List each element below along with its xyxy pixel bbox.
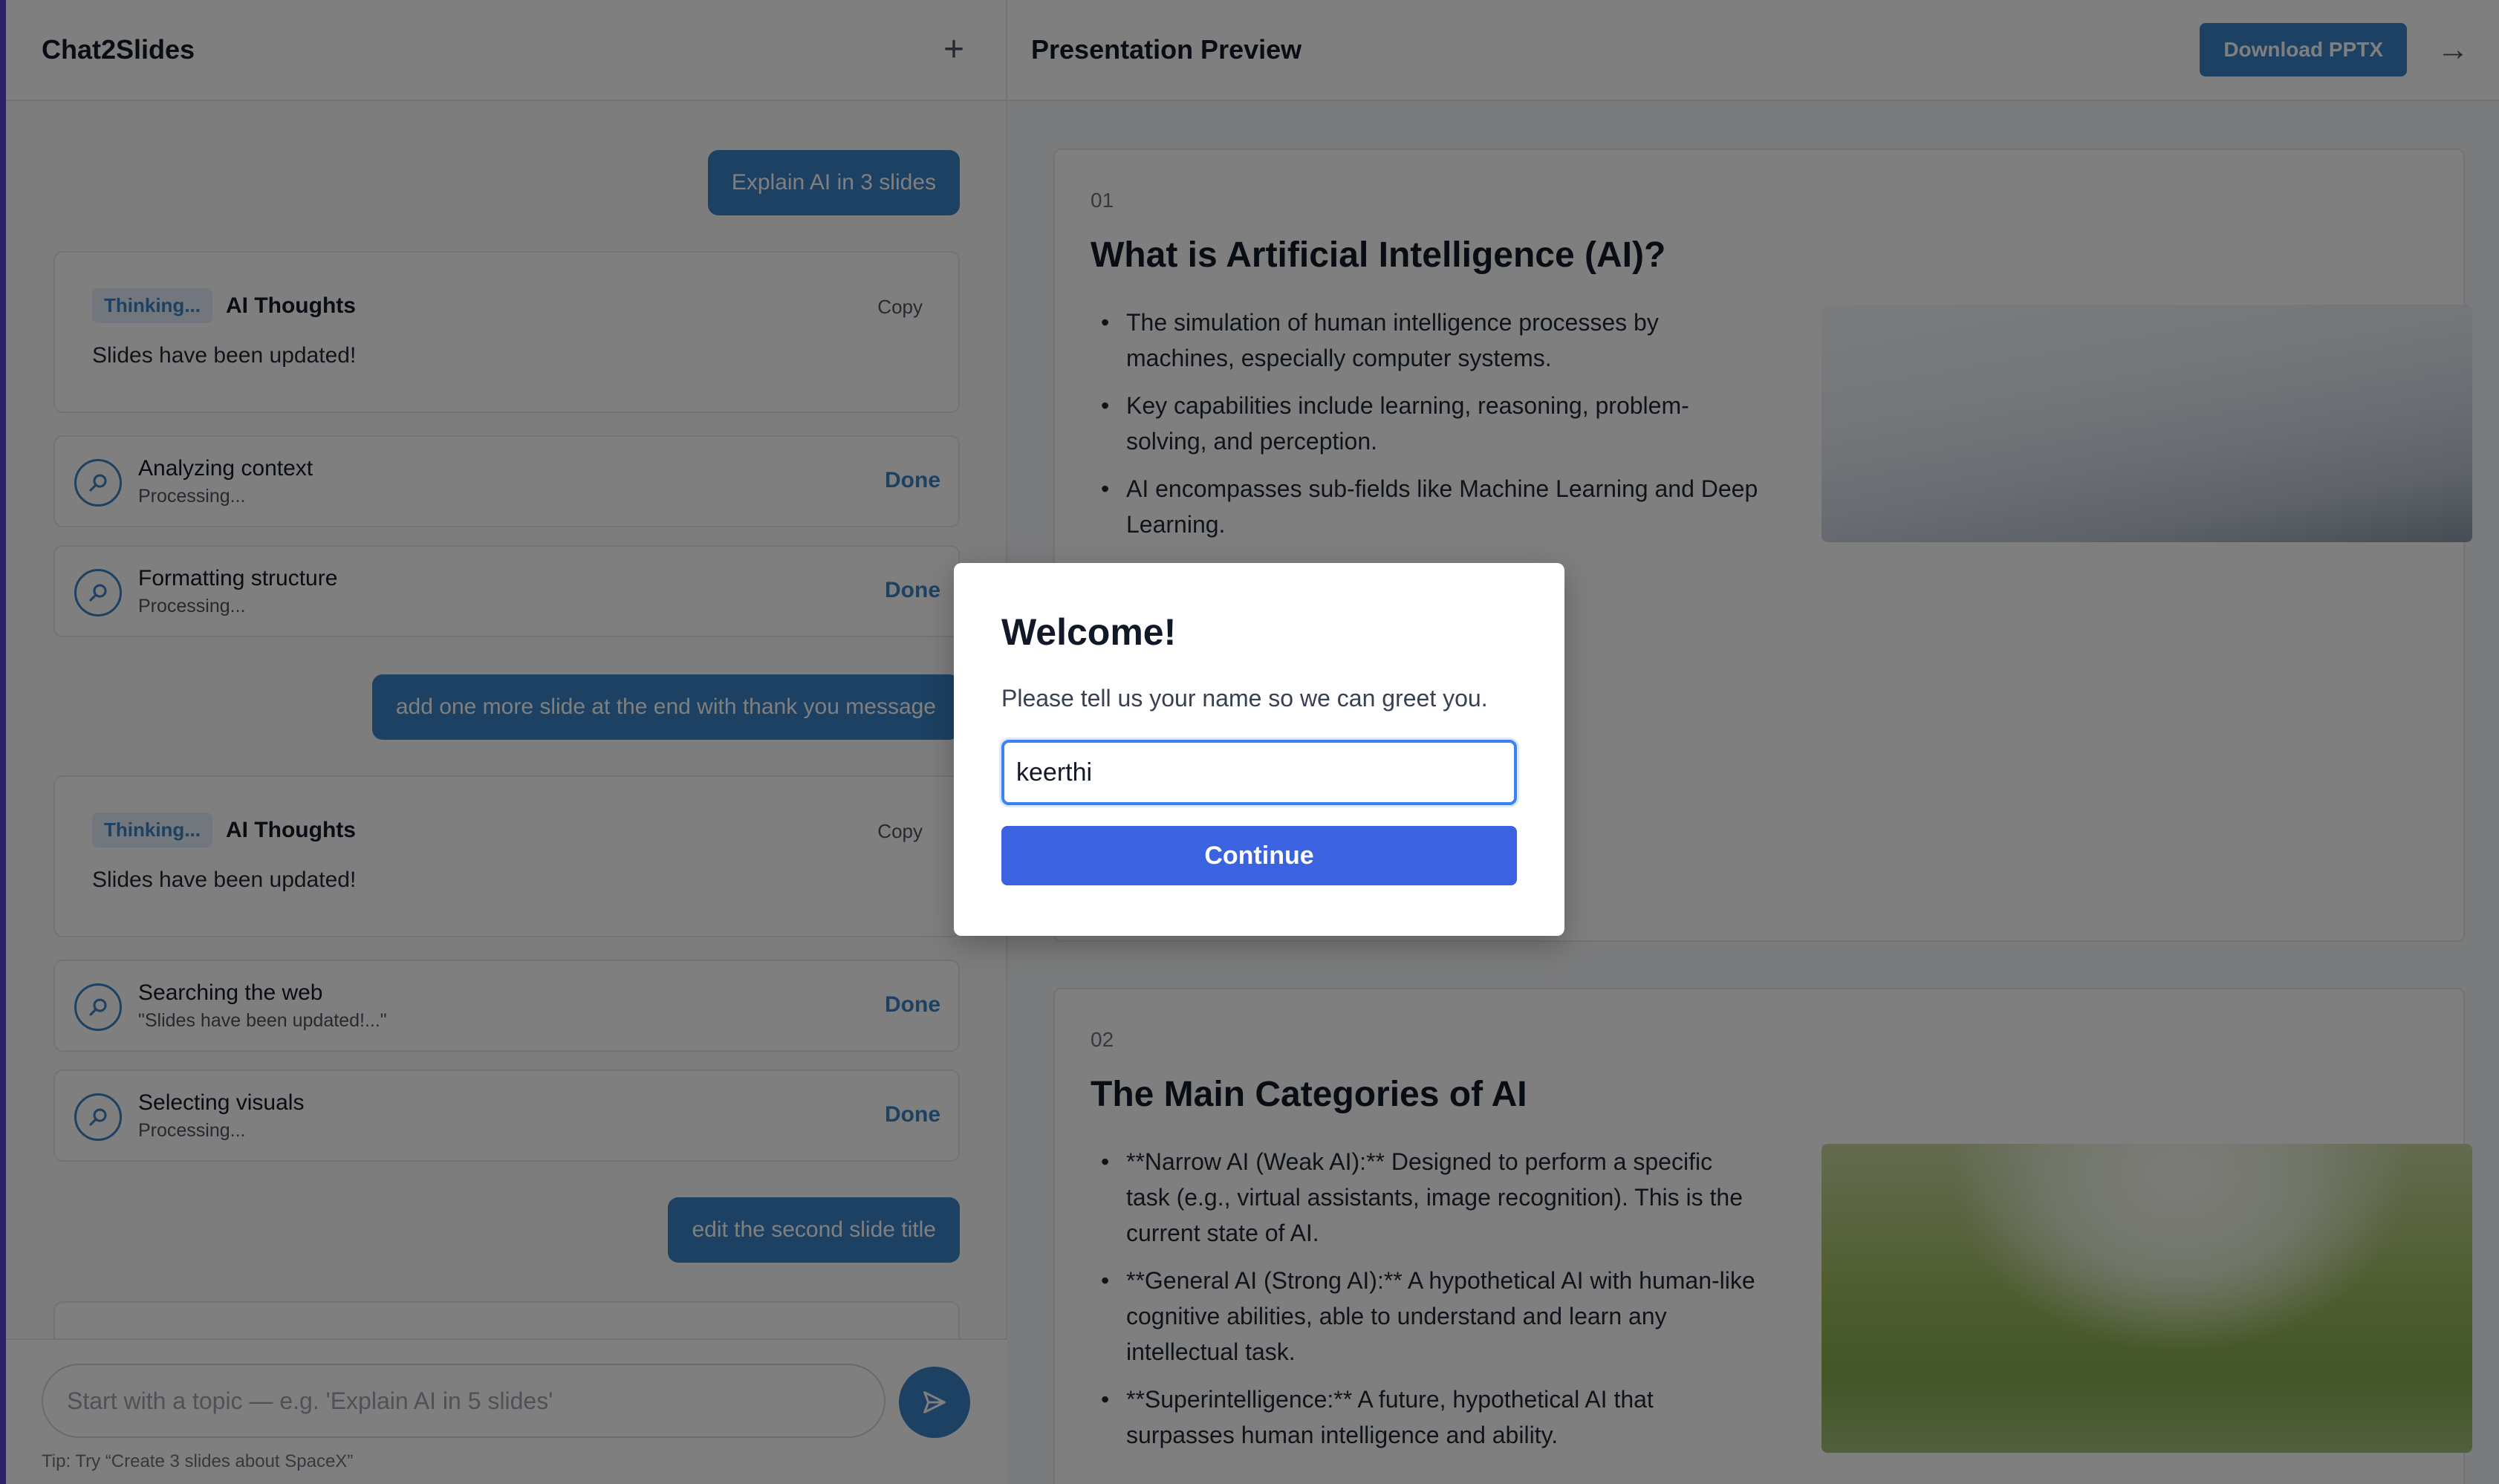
modal-description: Please tell us your name so we can greet… (1001, 685, 1488, 712)
welcome-modal: Welcome! Please tell us your name so we … (954, 563, 1564, 936)
continue-button[interactable]: Continue (1001, 826, 1517, 885)
modal-title: Welcome! (1001, 611, 1177, 653)
name-input[interactable] (1001, 740, 1517, 805)
